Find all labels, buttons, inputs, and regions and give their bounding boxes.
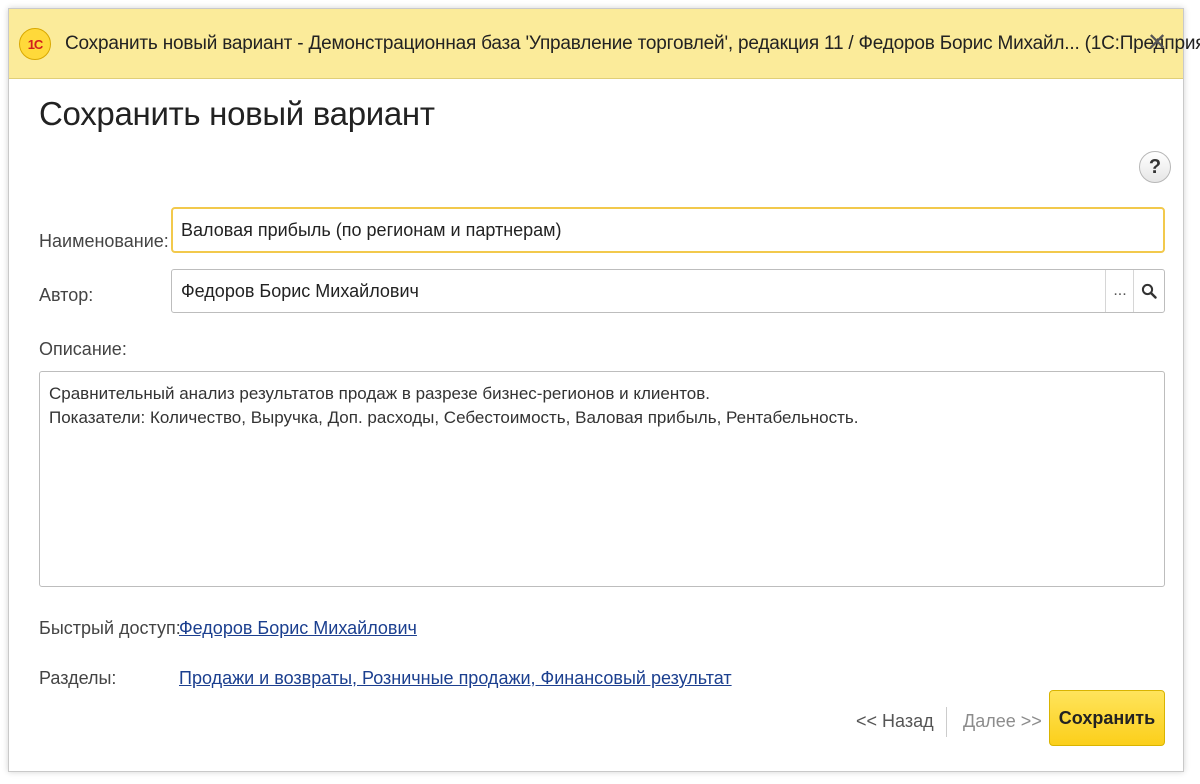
sections-label: Разделы: [39,668,117,688]
nav-divider [946,707,947,737]
sections-link[interactable]: Продажи и возвраты, Розничные продажи, Ф… [179,668,732,689]
author-choose-button[interactable]: ... [1105,270,1134,312]
author-value[interactable]: Федоров Борис Михайлович [181,281,419,302]
description-label: Описание: [39,339,127,359]
quick-access-link[interactable]: Федоров Борис Михайлович [179,618,417,639]
description-line: Показатели: Количество, Выручка, Доп. ра… [49,408,859,427]
next-button[interactable]: Далее >> [963,711,1042,732]
search-icon-glyph [1141,283,1157,299]
close-icon[interactable]: ✕ [1145,31,1169,55]
title-bar: 1С Сохранить новый вариант - Демонстраци… [9,9,1200,79]
1c-logo-icon: 1С [19,28,51,60]
save-button[interactable]: Сохранить [1049,690,1165,746]
back-button[interactable]: << Назад [856,711,934,732]
help-icon[interactable]: ? [1139,151,1171,183]
dialog-window: 1С Сохранить новый вариант - Демонстраци… [8,8,1200,772]
page-title: Сохранить новый вариант [39,95,435,132]
window-title: Сохранить новый вариант - Демонстрационн… [65,33,1200,54]
author-label: Автор: [39,285,94,305]
search-icon[interactable] [1133,270,1164,312]
description-textarea[interactable]: Сравнительный анализ результатов продаж … [39,371,1165,587]
quick-access-label: Быстрый доступ: [39,618,181,638]
author-field[interactable]: Федоров Борис Михайлович ... [171,269,1165,313]
description-line: Сравнительный анализ результатов продаж … [49,384,711,403]
name-label: Наименование: [39,231,169,251]
name-input[interactable] [171,207,1165,253]
